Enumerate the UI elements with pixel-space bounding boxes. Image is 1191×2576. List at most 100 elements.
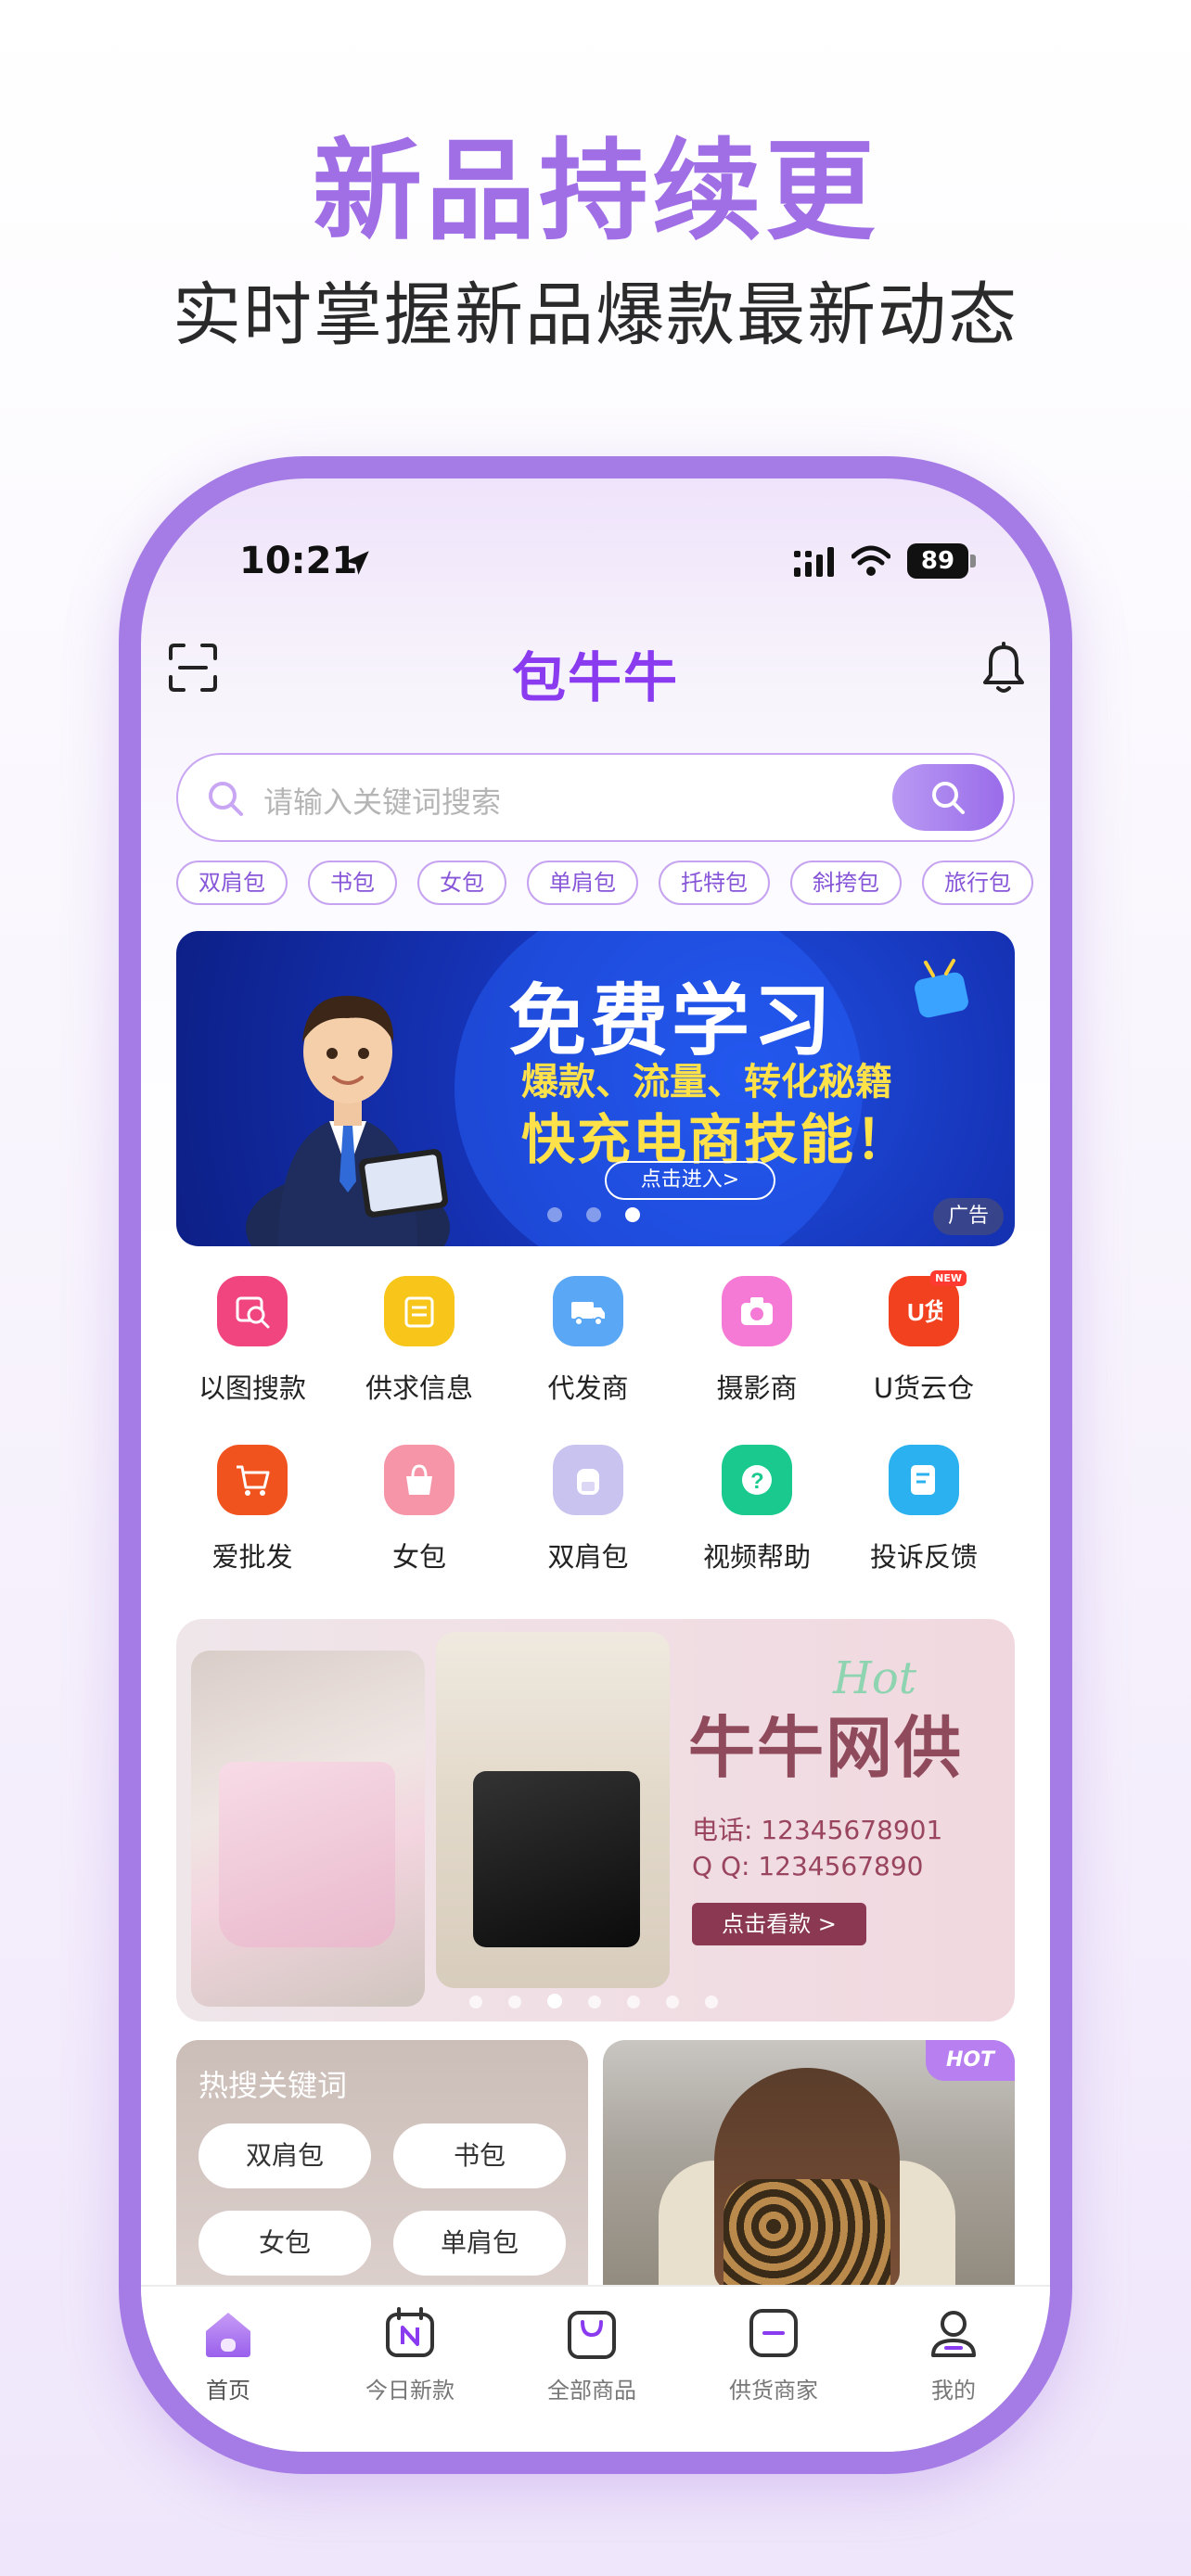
image-search-icon bbox=[217, 1276, 288, 1346]
chip-travel-bag[interactable]: 旅行包 bbox=[922, 861, 1033, 905]
category-dropshipper[interactable]: 代发商 bbox=[505, 1276, 672, 1424]
category-backpack[interactable]: 双肩包 bbox=[505, 1445, 672, 1593]
promo-banner[interactable]: 免费学习 爆款、流量、转化秘籍 快充电商技能！ 点击进入> 广告 bbox=[176, 931, 1015, 1246]
new-calendar-icon bbox=[382, 2305, 438, 2361]
svg-text:U货: U货 bbox=[907, 1298, 942, 1326]
backpack-icon bbox=[553, 1445, 623, 1515]
hot-keyword-item[interactable]: 女包 bbox=[198, 2211, 371, 2276]
supplier-icon bbox=[746, 2305, 801, 2361]
chip-backpack[interactable]: 双肩包 bbox=[176, 861, 288, 905]
search-input[interactable]: 请输入关键词搜索 bbox=[263, 779, 501, 822]
hot-keyword-item[interactable]: 书包 bbox=[393, 2123, 566, 2188]
ad-label: 广告 bbox=[933, 1198, 1004, 1235]
tab-all-products[interactable]: 全部商品 bbox=[518, 2305, 666, 2404]
tab-label: 我的 bbox=[931, 2378, 976, 2404]
promo-dot[interactable] bbox=[705, 1996, 718, 2009]
marketing-subheadline: 实时掌握新品爆款最新动态 bbox=[173, 275, 1018, 355]
promo-dot[interactable] bbox=[469, 1996, 482, 2009]
status-bar: 10:21 89 bbox=[141, 534, 1050, 599]
category-label: 爱批发 bbox=[211, 1541, 293, 1573]
category-u-warehouse[interactable]: U货 NEW U货云仓 bbox=[840, 1270, 1007, 1424]
promo-dot[interactable] bbox=[588, 1996, 601, 2009]
battery-tip bbox=[970, 555, 976, 567]
hot-keyword-item[interactable]: 单肩包 bbox=[393, 2211, 566, 2276]
new-badge: NEW bbox=[930, 1270, 967, 1286]
home-icon bbox=[200, 2305, 256, 2361]
black-bag-shape bbox=[473, 1771, 640, 1947]
banner-dot[interactable] bbox=[547, 1207, 562, 1222]
hot-keywords-card: 热搜关键词 双肩包 书包 女包 单肩包 bbox=[176, 2040, 588, 2318]
category-label: 投诉反馈 bbox=[869, 1541, 978, 1573]
camera-icon bbox=[722, 1276, 792, 1346]
category-feedback[interactable]: 投诉反馈 bbox=[840, 1445, 1007, 1593]
chip-womens-bag[interactable]: 女包 bbox=[417, 861, 506, 905]
category-video-help[interactable]: ? 视频帮助 bbox=[673, 1445, 840, 1593]
location-arrow-icon bbox=[345, 551, 369, 575]
battery-indicator: 89 bbox=[907, 543, 968, 579]
chip-shoulder-bag[interactable]: 单肩包 bbox=[527, 861, 638, 905]
promo-pagination bbox=[469, 1994, 744, 2012]
category-supply-demand[interactable]: 供求信息 bbox=[336, 1276, 503, 1424]
bottom-tab-bar: 首页 今日新款 全部商品 供货商家 我的 bbox=[141, 2285, 1050, 2452]
promo-qq: Q Q: 1234567890 bbox=[692, 1851, 924, 1881]
category-womens-bag[interactable]: 女包 bbox=[336, 1445, 503, 1593]
view-styles-button[interactable]: 点击看款 > bbox=[692, 1903, 866, 1945]
tab-label: 供货商家 bbox=[729, 2378, 818, 2404]
app-screen: 10:21 89 包牛牛 请输入关键词搜索 双肩包 书包 女包 单肩包 托特包 … bbox=[141, 478, 1050, 2452]
category-label: 视频帮助 bbox=[702, 1541, 811, 1573]
signal-icon bbox=[794, 547, 834, 577]
truck-icon bbox=[553, 1276, 623, 1346]
tab-today-new[interactable]: 今日新款 bbox=[336, 2305, 484, 2404]
shopping-bag-icon bbox=[564, 2305, 620, 2361]
keyword-chips: 双肩包 书包 女包 单肩包 托特包 斜挎包 旅行包 bbox=[176, 861, 1050, 907]
bell-icon[interactable] bbox=[980, 642, 1028, 695]
help-icon: ? bbox=[722, 1445, 792, 1515]
pink-bag-shape bbox=[219, 1762, 395, 1947]
category-image-search[interactable]: 以图搜款 bbox=[169, 1276, 336, 1424]
chip-crossbody-bag[interactable]: 斜挎包 bbox=[790, 861, 902, 905]
app-title: 包牛牛 bbox=[511, 646, 679, 709]
hot-product-card[interactable]: HOT bbox=[603, 2040, 1015, 2318]
tab-label: 今日新款 bbox=[365, 2378, 455, 2404]
cart-icon bbox=[217, 1445, 288, 1515]
feedback-icon bbox=[889, 1445, 959, 1515]
hot-badge: HOT bbox=[926, 2040, 1015, 2081]
u-warehouse-icon: U货 NEW bbox=[889, 1270, 967, 1346]
handbag-icon bbox=[384, 1445, 455, 1515]
promo-phone: 电话: 12345678901 bbox=[692, 1815, 943, 1845]
businessman-illustration bbox=[246, 995, 450, 1246]
wifi-icon bbox=[852, 545, 890, 576]
hot-keyword-item[interactable]: 双肩包 bbox=[198, 2123, 371, 2188]
category-label: 供求信息 bbox=[365, 1372, 473, 1404]
chip-tote-bag[interactable]: 托特包 bbox=[659, 861, 770, 905]
phone-frame: 10:21 89 包牛牛 请输入关键词搜索 双肩包 书包 女包 单肩包 托特包 … bbox=[119, 456, 1072, 2474]
tab-home[interactable]: 首页 bbox=[154, 2305, 302, 2404]
category-label: 以图搜款 bbox=[198, 1372, 306, 1404]
promo-dot[interactable] bbox=[627, 1996, 640, 2009]
search-button[interactable] bbox=[892, 764, 1004, 831]
banner-dot-active[interactable] bbox=[625, 1207, 640, 1222]
category-label: 双肩包 bbox=[547, 1541, 629, 1573]
category-photographer[interactable]: 摄影商 bbox=[673, 1276, 840, 1424]
banner-enter-button[interactable]: 点击进入> bbox=[605, 1161, 775, 1200]
promo-dot[interactable] bbox=[508, 1996, 521, 2009]
promo-dot-active[interactable] bbox=[547, 1994, 562, 2009]
promo-title: 牛牛网供 bbox=[688, 1709, 964, 1787]
banner-dot[interactable] bbox=[586, 1207, 601, 1222]
search-icon bbox=[209, 782, 243, 816]
tab-suppliers[interactable]: 供货商家 bbox=[699, 2305, 848, 2404]
category-wholesale[interactable]: 爱批发 bbox=[169, 1445, 336, 1593]
tab-profile[interactable]: 我的 bbox=[879, 2305, 1028, 2404]
profile-icon bbox=[926, 2305, 981, 2361]
marketing-headline: 新品持续更 bbox=[312, 127, 878, 255]
chip-schoolbag[interactable]: 书包 bbox=[308, 861, 397, 905]
pink-tote-photo bbox=[191, 1651, 425, 2007]
supply-demand-icon bbox=[384, 1276, 455, 1346]
black-bag-photo bbox=[436, 1632, 670, 1988]
hot-keywords-title: 热搜关键词 bbox=[198, 2068, 348, 2103]
promo-dot[interactable] bbox=[666, 1996, 679, 2009]
supplier-promo-banner[interactable]: Hot 牛牛网供 电话: 12345678901 Q Q: 1234567890… bbox=[176, 1619, 1015, 2021]
search-submit-icon bbox=[932, 782, 965, 814]
search-bar[interactable]: 请输入关键词搜索 bbox=[176, 753, 1015, 842]
tab-label: 全部商品 bbox=[547, 2378, 636, 2404]
